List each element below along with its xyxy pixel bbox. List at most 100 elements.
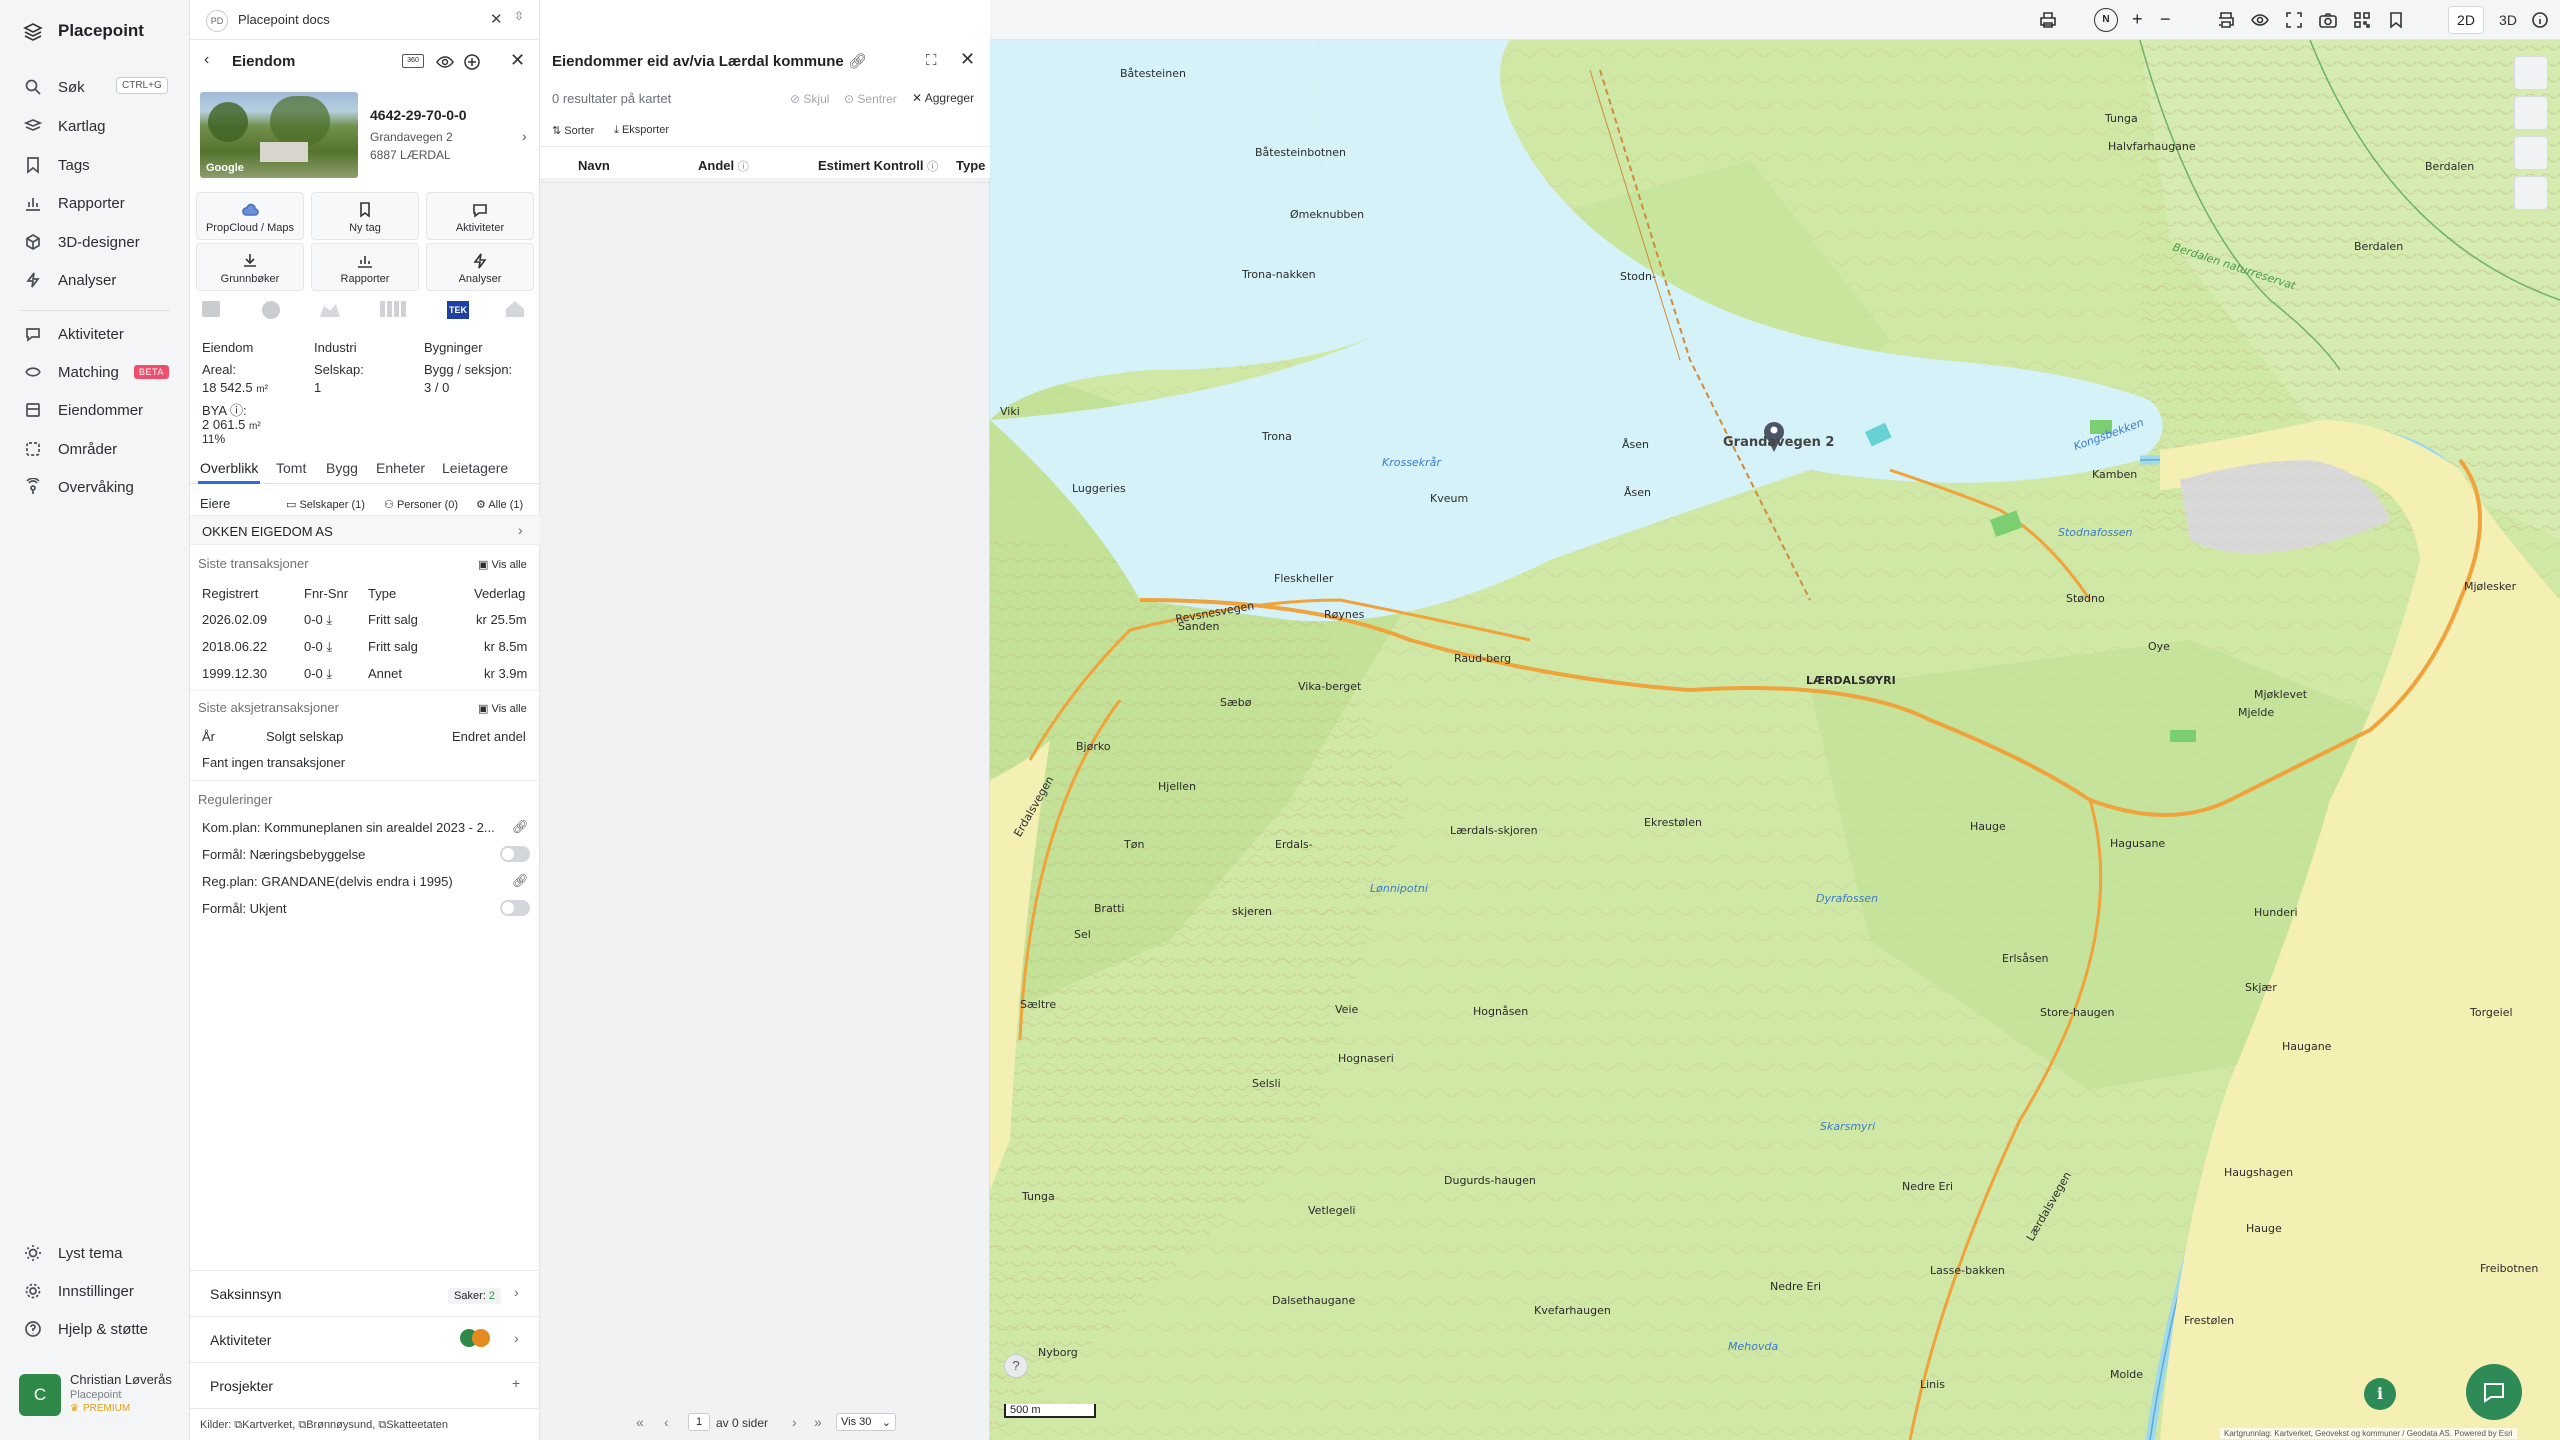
regulation-toggle[interactable] [500,900,530,916]
water-label: Skarsmyri [1820,1120,1876,1133]
help-icon[interactable]: ? [1004,1354,1028,1378]
nav-item-rapporter[interactable]: Rapporter [24,189,174,217]
tile-activities[interactable]: Aktiviteter [426,192,534,240]
owner-row[interactable]: OKKEN EIGEDOM AS › [190,515,540,545]
share-tx-view-all[interactable]: ▣ Vis alle [478,702,527,715]
compass-icon[interactable]: N [2094,8,2118,32]
water-label: Stodnafossen [2058,526,2133,539]
map-marker-label[interactable]: Grandavegen 2 [1723,435,1834,450]
section-saksinnsyn[interactable]: Saksinnsyn Saker: 2 › [190,1270,540,1316]
transactions-view-all[interactable]: ▣ Vis alle [478,558,527,571]
grid-icon[interactable] [202,301,220,317]
nav-item-help[interactable]: Hjelp & støtte [24,1315,174,1343]
tek-badge[interactable]: TEK [447,301,469,319]
mode-2d-button[interactable]: 2D [2448,6,2484,34]
col-share[interactable]: Andel ⓘ [698,158,749,174]
house-icon[interactable] [506,301,524,317]
tile-reports[interactable]: Rapporter [311,243,419,291]
tab-bygg[interactable]: Bygg [326,460,358,476]
nav-item-tags[interactable]: Tags [24,151,174,179]
camera-icon[interactable] [2318,10,2338,30]
regulation-toggle[interactable] [500,846,530,862]
first-page-icon[interactable]: « [636,1414,644,1430]
add-icon[interactable] [462,52,482,72]
property-photo[interactable]: Google [200,92,358,178]
fullscreen-icon[interactable] [2284,10,2304,30]
section-aktiviteter[interactable]: Aktiviteter › [190,1316,540,1362]
nav-item-settings[interactable]: Innstillinger [24,1277,174,1305]
filter-persons[interactable]: ⚇ Personer (0) [384,498,458,511]
link-icon[interactable]: 🔗︎ [512,873,529,889]
hide-button[interactable]: ⊘ Skjul [790,92,829,106]
tile-analyses[interactable]: Analyser [426,243,534,291]
nav-item-analyser[interactable]: Analyser [24,266,174,294]
close-icon[interactable]: ✕ [510,50,525,71]
prev-page-icon[interactable]: ‹ [664,1414,669,1430]
nav-item-aktiviteter[interactable]: Aktiviteter [24,320,174,348]
tab-leietagere[interactable]: Leietagere [442,460,508,476]
nav-item-3d-designer[interactable]: 3D-designer [24,228,174,256]
app-logo[interactable]: Placepoint [22,20,144,42]
tile-new-tag[interactable]: Ny tag [311,192,419,240]
tx-fnr[interactable]: 0-0 ⤓ [304,612,332,628]
col-control[interactable]: Estimert Kontroll ⓘ [818,158,938,174]
tile-propcloud[interactable]: PropCloud / Maps [196,192,304,240]
section-prosjekter[interactable]: Prosjekter + [190,1362,540,1408]
filter-companies[interactable]: ▭ Selskaper (1) [286,498,365,511]
print-map-icon[interactable] [2038,10,2058,30]
map-layers-icon[interactable] [2514,56,2548,90]
last-page-icon[interactable]: » [814,1414,822,1430]
mode-3d-button[interactable]: 3D [2490,6,2526,34]
tile-grunnboker[interactable]: Grunnbøker [196,243,304,291]
page-input[interactable]: 1 [688,1413,710,1431]
tile-label: PropCloud / Maps [205,222,295,234]
nav-item-kartlag[interactable]: Kartlag [24,112,174,140]
filter-all[interactable]: ⚙ Alle (1) [476,498,523,511]
link-icon[interactable]: 🔗︎ [512,819,529,835]
tab-enheter[interactable]: Enheter [376,460,425,476]
bars-icon[interactable] [380,301,406,317]
chevron-updown-icon[interactable]: ⇳ [514,9,524,23]
tx-fnr[interactable]: 0-0 ⤓ [304,639,332,655]
aggregate-button[interactable]: ✕ Aggreger [912,91,974,105]
zoom-in-icon[interactable]: + [2132,10,2152,30]
qr-icon[interactable] [2352,10,2372,30]
back-icon[interactable]: ‹ [204,51,209,69]
chevron-right-icon[interactable]: › [522,128,527,144]
next-page-icon[interactable]: › [792,1414,797,1430]
workspace-name[interactable]: Placepoint docs [238,12,330,27]
draw-icon[interactable] [2514,176,2548,210]
close-icon[interactable]: ✕ [490,10,503,28]
info-icon[interactable]: i [2364,1378,2396,1410]
measure-icon[interactable] [2514,96,2548,130]
export-button[interactable]: ⤓ Eksporter [614,124,669,137]
street-view-icon[interactable]: 360 [402,54,424,68]
col-type[interactable]: Type [956,158,985,173]
eye-icon[interactable] [436,53,454,71]
col-name[interactable]: Navn [578,158,610,173]
globe-icon[interactable] [262,301,280,319]
chat-button[interactable] [2466,1364,2522,1420]
expand-icon[interactable]: ⛶ [926,52,937,69]
per-page-select[interactable]: Vis 30 ⌄ [836,1413,896,1431]
close-icon[interactable]: ✕ [960,49,975,70]
bookmark-icon[interactable] [2386,10,2406,30]
map-view[interactable]: Grandavegen 2 Båtesteinen Tunga Berdalen… [990,40,2560,1440]
nav-item-eiendommer[interactable]: Eiendommer [24,396,174,424]
info-icon[interactable] [2530,10,2550,30]
chart-icon[interactable] [2514,136,2548,170]
nav-item-omrader[interactable]: Områder [24,435,174,463]
nature-icon[interactable] [320,304,340,317]
nav-item-overvaking[interactable]: Overvåking [24,473,174,501]
printer-icon[interactable] [2216,10,2236,30]
nav-item-theme[interactable]: Lyst tema [24,1239,174,1267]
eye-icon[interactable] [2250,10,2270,30]
user-profile[interactable]: C Christian Løverås Placepoint ♛ PREMIUM [16,1370,181,1420]
tab-overblikk[interactable]: Overblikk [200,460,258,476]
tab-tomt[interactable]: Tomt [276,460,306,476]
nav-label: Tags [58,156,90,174]
tx-fnr[interactable]: 0-0 ⤓ [304,666,332,682]
sort-button[interactable]: ⇅ Sorter [552,124,594,137]
center-button[interactable]: ⊙ Sentrer [844,92,897,106]
zoom-out-icon[interactable]: − [2160,10,2180,30]
